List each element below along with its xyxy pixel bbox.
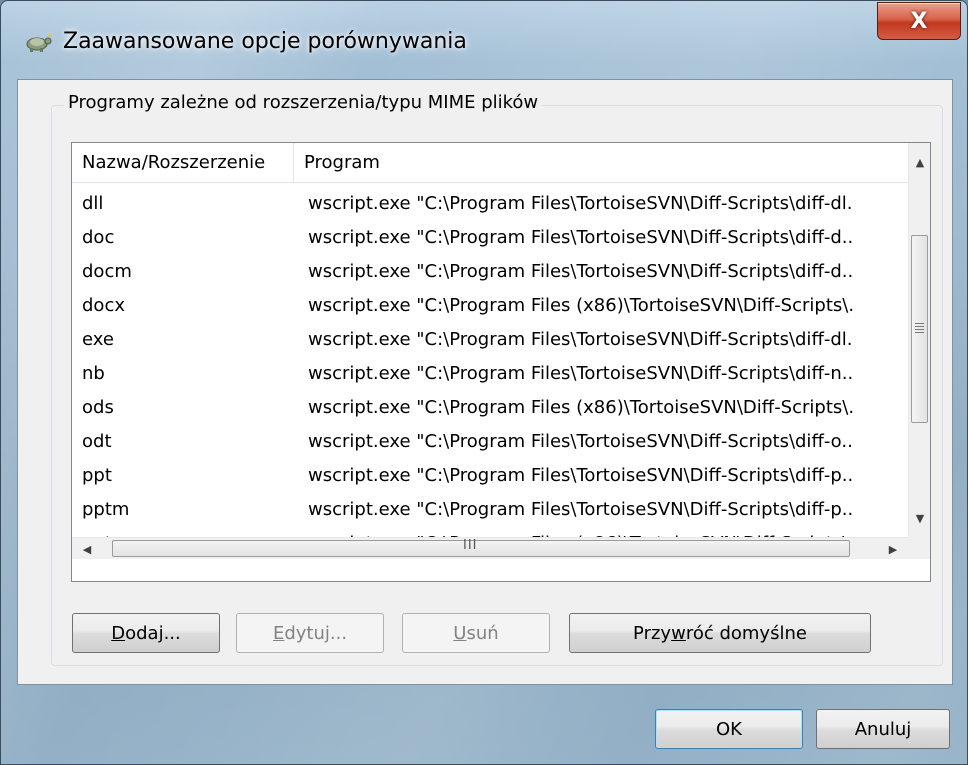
- edit-button[interactable]: Edytuj...: [236, 613, 384, 653]
- extension-cell: odt: [82, 431, 112, 452]
- list-item[interactable]: pptx wscript.exe "C:\Program Files (x86)…: [72, 527, 908, 537]
- extension-cell: ppt: [82, 465, 112, 486]
- extension-cell: pptm: [82, 499, 130, 520]
- add-button-accel: D: [111, 622, 126, 644]
- tortoise-icon: [23, 31, 53, 53]
- program-cell: wscript.exe "C:\Program Files\TortoiseSV…: [308, 499, 854, 520]
- dialog-window: Zaawansowane opcje porównywania X Progra…: [0, 0, 968, 765]
- list-header: Nazwa/Rozszerzenie Program: [72, 143, 908, 183]
- program-cell: wscript.exe "C:\Program Files\TortoiseSV…: [308, 329, 853, 350]
- extension-cell: nb: [82, 363, 105, 384]
- title-bar[interactable]: Zaawansowane opcje porównywania X: [1, 1, 967, 79]
- close-button[interactable]: X: [877, 2, 961, 40]
- extension-cell: pptx: [82, 527, 292, 537]
- add-button[interactable]: Dodaj...: [72, 613, 220, 653]
- scroll-down-icon[interactable]: ▼: [909, 505, 930, 531]
- program-cell: wscript.exe "C:\Program Files (x86)\Tort…: [308, 397, 855, 418]
- scroll-left-icon[interactable]: ◀: [74, 536, 100, 562]
- cancel-button[interactable]: Anuluj: [816, 709, 950, 749]
- edit-button-accel: E: [272, 622, 285, 644]
- remove-button-label-rest: suń: [466, 622, 499, 644]
- list-item[interactable]: docm wscript.exe "C:\Program Files\Torto…: [72, 255, 908, 289]
- list-item[interactable]: odt wscript.exe "C:\Program Files\Tortoi…: [72, 425, 908, 459]
- program-cell: wscript.exe "C:\Program Files\TortoiseSV…: [308, 363, 854, 384]
- restore-defaults-button[interactable]: Przy w róć domyślne: [569, 613, 871, 653]
- list-item[interactable]: nb wscript.exe "C:\Program Files\Tortois…: [72, 357, 908, 391]
- dialog-client-area: Programy zależne od rozszerzenia/typu MI…: [17, 79, 953, 685]
- restore-button-accel: w: [671, 622, 686, 644]
- edit-button-label-rest: dytuj...: [284, 622, 348, 644]
- list-item[interactable]: doc wscript.exe "C:\Program Files\Tortoi…: [72, 221, 908, 255]
- remove-button-accel: U: [453, 622, 467, 644]
- list-item[interactable]: exe wscript.exe "C:\Program Files\Tortoi…: [72, 323, 908, 357]
- restore-button-label-rest: róć domyślne: [685, 622, 807, 644]
- program-cell: wscript.exe "C:\Program Files\TortoiseSV…: [308, 431, 853, 452]
- list-item[interactable]: docx wscript.exe "C:\Program Files (x86)…: [72, 289, 908, 323]
- grip-icon: [915, 323, 924, 333]
- add-button-label-rest: odaj...: [125, 622, 181, 644]
- list-item[interactable]: pptm wscript.exe "C:\Program Files\Torto…: [72, 493, 908, 527]
- extension-cell: ods: [82, 397, 114, 418]
- list-item[interactable]: dll wscript.exe "C:\Program Files\Tortoi…: [72, 187, 908, 221]
- mime-programs-group: Programy zależne od rozszerzenia/typu MI…: [51, 92, 943, 666]
- scroll-up-icon[interactable]: ▲: [909, 149, 930, 175]
- extension-cell: dll: [82, 193, 104, 214]
- extension-cell: docx: [82, 295, 125, 316]
- program-cell: wscript.exe "C:\Program Files\TortoiseSV…: [308, 193, 853, 214]
- program-cell: wscript.exe "C:\Program Files\TortoiseSV…: [308, 227, 854, 248]
- program-cell: wscript.exe "C:\Program Files (x86)\Tort…: [308, 527, 906, 537]
- column-header-extension[interactable]: Nazwa/Rozszerzenie: [72, 143, 294, 183]
- list-item[interactable]: ppt wscript.exe "C:\Program Files\Tortoi…: [72, 459, 908, 493]
- scroll-right-icon[interactable]: ▶: [880, 536, 906, 562]
- close-icon: X: [910, 8, 928, 34]
- grip-icon: III: [463, 538, 478, 553]
- programs-list[interactable]: Nazwa/Rozszerzenie Program dll wscript.e…: [71, 142, 931, 582]
- vertical-scroll-thumb[interactable]: [911, 235, 928, 423]
- list-item[interactable]: ods wscript.exe "C:\Program Files (x86)\…: [72, 391, 908, 425]
- program-cell: wscript.exe "C:\Program Files\TortoiseSV…: [308, 465, 854, 486]
- window-title: Zaawansowane opcje porównywania: [63, 29, 467, 54]
- program-cell: wscript.exe "C:\Program Files (x86)\Tort…: [308, 295, 855, 316]
- column-header-program[interactable]: Program: [294, 143, 908, 183]
- program-cell: wscript.exe "C:\Program Files\TortoiseSV…: [308, 261, 854, 282]
- horizontal-scroll-thumb[interactable]: III: [112, 538, 850, 557]
- horizontal-scrollbar[interactable]: ◀ III ▶: [72, 537, 908, 559]
- list-rows: dll wscript.exe "C:\Program Files\Tortoi…: [72, 187, 908, 537]
- group-label: Programy zależne od rozszerzenia/typu MI…: [64, 92, 543, 113]
- extension-cell: exe: [82, 329, 114, 350]
- restore-button-label: Przy: [633, 622, 672, 644]
- extension-cell: docm: [82, 261, 132, 282]
- scrollbar-corner: [908, 537, 930, 559]
- extension-cell: doc: [82, 227, 115, 248]
- vertical-scrollbar[interactable]: ▲ ▼: [908, 143, 930, 537]
- ok-button[interactable]: OK: [655, 709, 803, 749]
- remove-button[interactable]: Usuń: [402, 613, 550, 653]
